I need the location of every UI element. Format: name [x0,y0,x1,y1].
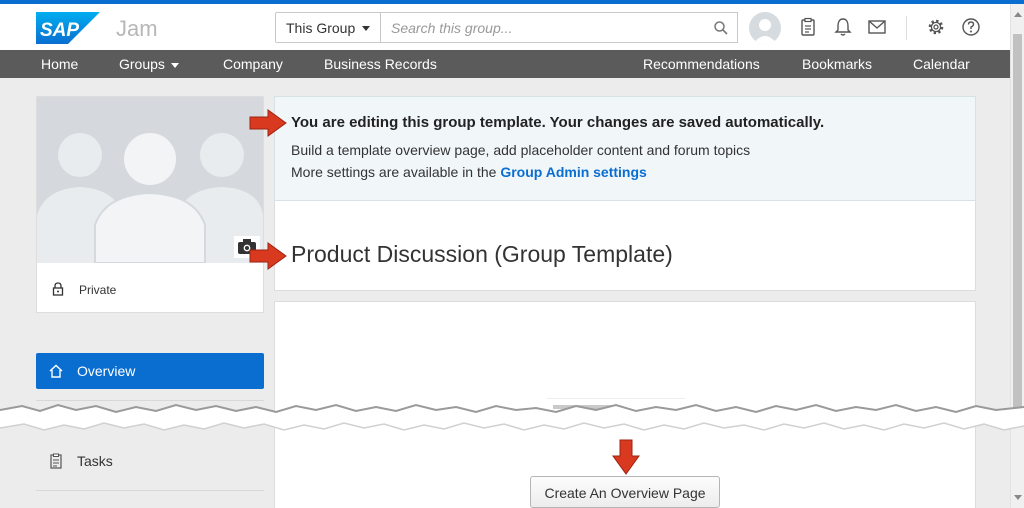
sidebar-item-label: Overview [77,363,136,379]
sidebar-divider [36,490,264,491]
mail-icon[interactable] [867,17,887,37]
help-icon[interactable] [961,17,981,37]
chevron-down-icon [170,62,179,68]
svg-text:SAP: SAP [40,20,79,41]
gear-icon[interactable] [926,17,946,37]
search-scope-dropdown[interactable]: This Group [275,12,381,43]
search-icon[interactable] [713,20,729,36]
search-scope-label: This Group [286,20,356,36]
nav-company[interactable]: Company [223,56,283,72]
banner-settings-prefix: More settings are available in the [291,164,497,180]
nav-groups-label: Groups [119,56,165,72]
privacy-label: Private [79,283,117,297]
group-placeholder-image [37,97,263,263]
banner-settings-text: More settings are available in the Group… [291,164,647,180]
annotation-arrow-icon [249,242,287,270]
bell-icon[interactable] [833,17,853,37]
scrollbar-thumb[interactable] [1013,34,1022,414]
nav-recommendations[interactable]: Recommendations [643,56,760,72]
home-icon [49,364,63,378]
sidebar-item-label: Tasks [77,453,113,469]
nav-groups[interactable]: Groups [119,56,179,72]
page-title: Product Discussion (Group Template) [291,241,673,267]
annotation-arrow-icon [612,439,640,475]
nav-business-records[interactable]: Business Records [324,56,437,72]
group-admin-settings-link[interactable]: Group Admin settings [500,164,646,180]
lock-icon [52,282,64,296]
scroll-down-arrow-icon[interactable] [1014,495,1022,500]
user-avatar[interactable] [749,12,781,44]
header-divider [906,16,907,40]
template-edit-banner: You are editing this group template. You… [274,96,976,201]
banner-text: Build a template overview page, add plac… [291,142,751,158]
torn-edge-separator [0,403,1024,431]
group-title-panel: Product Discussion (Group Template) [274,201,976,291]
nav-calendar[interactable]: Calendar [913,56,970,72]
top-header: SAP Jam This Group [0,4,1010,50]
banner-title: You are editing this group template. You… [291,114,825,131]
privacy-status: Private [36,270,264,313]
clipboard-icon [50,453,62,469]
create-overview-page-button[interactable]: Create An Overview Page [530,476,720,508]
nav-bookmarks[interactable]: Bookmarks [802,56,872,72]
chevron-down-icon [362,26,370,31]
search-input[interactable] [391,13,701,42]
sap-logo[interactable]: SAP [36,12,100,44]
sidebar-item-tasks[interactable]: Tasks [36,445,264,481]
clipboard-icon[interactable] [798,17,818,37]
main-nav-bar: Home Groups Company Business Records Rec… [0,50,1010,78]
nav-home[interactable]: Home [41,56,78,72]
product-name: Jam [116,16,158,41]
scroll-up-arrow-icon[interactable] [1014,12,1022,17]
annotation-arrow-icon [249,109,287,137]
search-box [381,12,738,43]
sidebar-item-overview[interactable]: Overview [36,353,264,389]
